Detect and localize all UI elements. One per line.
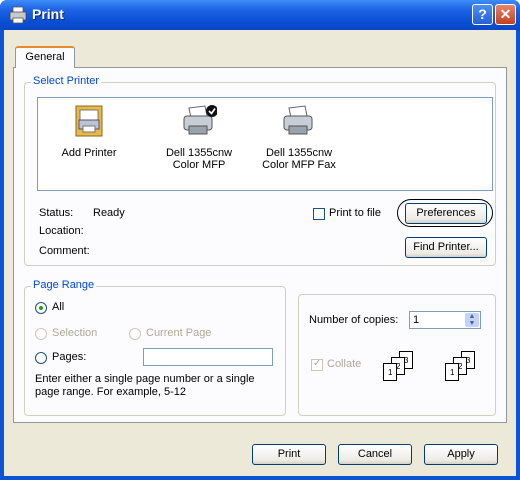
print-to-file-label[interactable]: Print to file <box>329 207 381 219</box>
printer-label: Dell 1355cnw <box>165 147 233 159</box>
title-bar[interactable]: Print ? ✕ <box>0 0 520 30</box>
number-of-copies-label: Number of copies: <box>309 314 399 326</box>
printer-icon <box>9 6 27 24</box>
radio-all[interactable] <box>35 302 47 314</box>
apply-button[interactable]: Apply <box>424 444 498 465</box>
select-printer-label: Select Printer <box>31 75 102 87</box>
collate-label[interactable]: Collate <box>327 358 361 370</box>
print-to-file-checkbox[interactable] <box>313 208 325 220</box>
find-printer-button[interactable]: Find Printer... <box>405 237 487 258</box>
printer-item-dell-mfp-fax[interactable]: Dell 1355cnw Color MFP Fax <box>254 104 344 171</box>
copies-input[interactable]: 1 ▲ ▼ <box>409 311 481 329</box>
radio-pages[interactable] <box>35 352 47 364</box>
cancel-button[interactable]: Cancel <box>338 444 412 465</box>
copies-value: 1 <box>413 314 420 326</box>
printer-label: Dell 1355cnw <box>265 147 333 159</box>
page-range-group: Page Range All Selection Current Page Pa… <box>24 279 286 416</box>
close-button[interactable]: ✕ <box>495 4 516 25</box>
page-range-label: Page Range <box>31 279 97 291</box>
radio-selection[interactable] <box>35 328 47 340</box>
general-panel: Select Printer Add Printer Dell 1355cnw … <box>13 67 507 423</box>
add-printer-icon <box>75 105 103 137</box>
radio-current-page[interactable] <box>129 328 141 340</box>
selection-label[interactable]: Selection <box>52 327 97 339</box>
preferences-button[interactable]: Preferences <box>405 203 487 224</box>
printer-list[interactable]: Add Printer Dell 1355cnw Color MFP Dell … <box>37 97 493 191</box>
printer-label: Color MFP <box>172 159 226 171</box>
location-label: Location: <box>39 225 84 237</box>
collate-checkbox[interactable]: ✓ <box>311 358 323 371</box>
comment-label: Comment: <box>39 245 90 257</box>
spinner-icon[interactable]: ▲ ▼ <box>465 313 479 327</box>
printer-label: Add Printer <box>61 147 117 159</box>
pages-input[interactable] <box>143 348 273 366</box>
copies-group: Number of copies: 1 ▲ ▼ ✓ Collate 3 2 1 3… <box>298 294 496 416</box>
dialog-body: General Select Printer Add Printer Dell … <box>4 30 516 476</box>
print-button[interactable]: Print <box>252 444 326 465</box>
page-range-hint: Enter either a single page number or a s… <box>35 373 255 398</box>
window-title: Print <box>32 6 64 22</box>
collate-pages-icon: 3 2 1 <box>445 351 491 385</box>
select-printer-group: Select Printer Add Printer Dell 1355cnw … <box>24 75 496 266</box>
printer-item-add-printer[interactable]: Add Printer <box>44 104 134 159</box>
tab-general[interactable]: General <box>15 46 75 68</box>
help-button[interactable]: ? <box>472 4 493 25</box>
fax-printer-icon <box>283 105 313 135</box>
current-page-label[interactable]: Current Page <box>146 327 211 339</box>
all-label[interactable]: All <box>52 301 64 313</box>
collate-pages-icon: 3 2 1 <box>383 351 429 385</box>
status-value: Ready <box>93 207 125 219</box>
printer-icon <box>183 105 218 135</box>
status-label: Status: <box>39 207 74 219</box>
printer-label: Color MFP Fax <box>262 159 336 171</box>
printer-item-dell-mfp[interactable]: Dell 1355cnw Color MFP <box>154 104 244 171</box>
pages-label[interactable]: Pages: <box>52 351 86 363</box>
print-dialog: Print ? ✕ General Select Printer Add Pri… <box>0 0 520 480</box>
